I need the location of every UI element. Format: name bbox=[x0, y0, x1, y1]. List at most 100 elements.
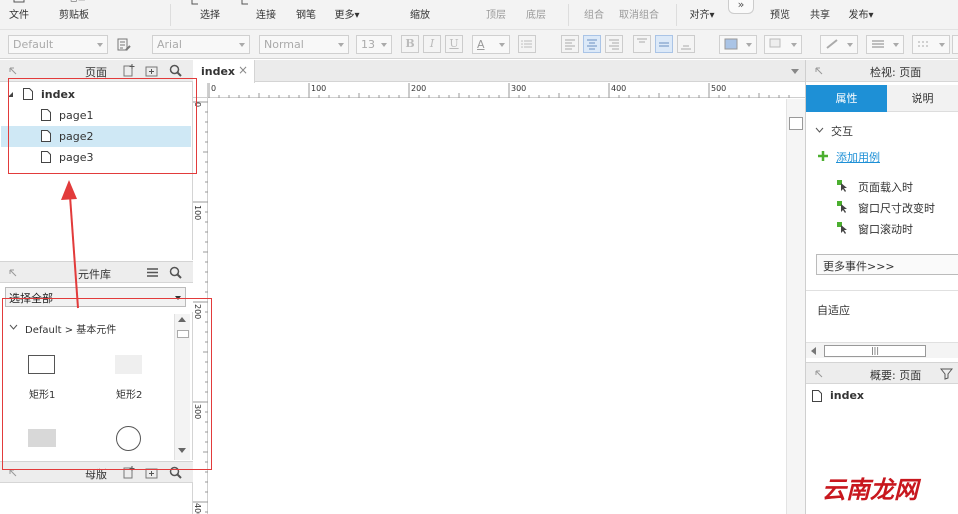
toolbar-overflow[interactable] bbox=[952, 35, 958, 54]
ruler-label: 100 bbox=[193, 205, 202, 221]
tab-notes[interactable]: 说明 bbox=[887, 85, 958, 112]
adaptive-section-label: 自适应 bbox=[817, 304, 850, 317]
align-left-button[interactable] bbox=[561, 35, 579, 53]
outline-item[interactable]: index bbox=[830, 389, 864, 402]
collapse-arrow-icon[interactable] bbox=[814, 369, 823, 378]
collapse-arrow-icon[interactable] bbox=[8, 66, 17, 75]
event-item[interactable]: 页面载入时 bbox=[858, 179, 913, 195]
font-size-dropdown[interactable]: 13 bbox=[356, 35, 392, 54]
canvas-vertical-scrollbar[interactable] bbox=[786, 99, 805, 514]
toolbar-divider bbox=[676, 4, 677, 26]
align-right-icon bbox=[609, 39, 619, 50]
preview-label: 预览 bbox=[770, 10, 790, 21]
inspector-horizontal-scrollbar[interactable]: ||| bbox=[806, 342, 958, 358]
zoom-label: 缩放 bbox=[410, 10, 430, 21]
bullet-list-button[interactable] bbox=[518, 35, 536, 53]
file-label: 文件 bbox=[9, 10, 29, 21]
ruler-label: 0 bbox=[211, 84, 217, 93]
collapse-arrow-icon[interactable] bbox=[814, 66, 823, 75]
chevron-down-icon bbox=[746, 43, 752, 47]
connect-button[interactable]: 连接 bbox=[252, 0, 280, 30]
send-to-back-button[interactable]: 底层 bbox=[522, 0, 550, 30]
add-page-icon[interactable] bbox=[122, 64, 135, 77]
select-mode-button[interactable]: 选择 bbox=[178, 0, 248, 30]
chevron-down-icon bbox=[893, 43, 899, 47]
shadow-dropdown[interactable] bbox=[764, 35, 802, 54]
font-weight-dropdown[interactable]: Normal bbox=[259, 35, 349, 54]
scroll-left-arrow-icon[interactable] bbox=[811, 347, 816, 355]
valign-bottom-button[interactable] bbox=[677, 35, 695, 53]
add-folder-icon[interactable] bbox=[145, 64, 158, 77]
valign-middle-button[interactable] bbox=[655, 35, 673, 53]
scroll-thumb[interactable] bbox=[789, 117, 803, 130]
line-weight-icon bbox=[872, 40, 884, 48]
chevron-down-icon[interactable] bbox=[815, 127, 824, 133]
publish-label: 发布▾ bbox=[848, 10, 874, 21]
bold-button[interactable]: B bbox=[401, 35, 419, 53]
bring-to-front-button[interactable]: 顶层 bbox=[482, 0, 510, 30]
chevron-down-icon bbox=[499, 43, 505, 47]
back-label: 底层 bbox=[526, 10, 546, 21]
scroll-thumb[interactable]: ||| bbox=[824, 345, 926, 357]
master-list bbox=[0, 483, 193, 514]
more-events-dropdown[interactable]: 更多事件>>> bbox=[816, 254, 958, 275]
bullet-list-icon bbox=[521, 40, 532, 48]
share-button[interactable]: 共享 bbox=[806, 0, 834, 30]
align-button[interactable]: 对齐▾ bbox=[686, 0, 718, 30]
font-color-dropdown[interactable]: A bbox=[472, 35, 510, 54]
event-item[interactable]: 窗口尺寸改变时 bbox=[858, 200, 935, 216]
underline-button[interactable]: U bbox=[445, 35, 463, 53]
add-icon[interactable] bbox=[817, 150, 829, 162]
fill-color-dropdown[interactable] bbox=[719, 35, 757, 54]
search-icon[interactable] bbox=[169, 64, 182, 77]
pen-button[interactable]: 钢笔 bbox=[292, 0, 320, 30]
event-trigger-icon bbox=[837, 222, 847, 234]
preview-button[interactable]: 预览 bbox=[766, 0, 794, 30]
group-button[interactable]: 组合 bbox=[580, 0, 608, 30]
chevron-down-icon bbox=[381, 43, 387, 47]
clipboard-button[interactable]: 剪贴板 bbox=[56, 0, 92, 30]
close-icon[interactable]: × bbox=[238, 63, 248, 77]
filter-icon[interactable] bbox=[940, 367, 953, 380]
valign-top-button[interactable] bbox=[633, 35, 651, 53]
design-canvas[interactable] bbox=[208, 99, 786, 514]
pen-label: 钢笔 bbox=[296, 10, 316, 21]
line-color-dropdown[interactable] bbox=[820, 35, 858, 54]
menu-icon[interactable] bbox=[146, 266, 159, 279]
line-weight-dropdown[interactable] bbox=[866, 35, 904, 54]
annotation-box-library bbox=[2, 298, 212, 470]
event-item[interactable]: 窗口滚动时 bbox=[858, 221, 913, 237]
ruler-label: 300 bbox=[511, 84, 527, 93]
clipboard-icon bbox=[70, 0, 85, 2]
format-toolbar: Default Arial Normal 13 B I U A bbox=[0, 30, 958, 59]
style-dropdown[interactable]: Default bbox=[8, 35, 108, 54]
line-style-dropdown[interactable] bbox=[912, 35, 950, 54]
align-label: 对齐▾ bbox=[689, 10, 715, 21]
search-icon[interactable] bbox=[169, 266, 182, 279]
toolbar-divider bbox=[170, 4, 171, 26]
zoom-control[interactable]: 缩放 bbox=[390, 0, 450, 30]
document-tab[interactable]: index × bbox=[193, 60, 255, 83]
font-family-value: Arial bbox=[157, 38, 182, 51]
collapse-arrow-icon[interactable] bbox=[8, 268, 17, 277]
file-icon bbox=[13, 0, 25, 3]
ruler-label: 400 bbox=[611, 84, 627, 93]
italic-button[interactable]: I bbox=[423, 35, 441, 53]
main-toolbar: 文件 剪贴板 选择 连接 钢笔 更多▾ 缩放 顶层 底层 组合 取消组合 对齐▾… bbox=[0, 0, 958, 30]
more-tools-button[interactable]: 更多▾ bbox=[330, 0, 364, 30]
file-menu-button[interactable]: 文件 bbox=[6, 0, 32, 30]
overflow-chevron-button[interactable]: » bbox=[728, 0, 754, 14]
align-center-button[interactable] bbox=[583, 35, 601, 53]
event-trigger-icon bbox=[837, 201, 847, 213]
add-case-link[interactable]: 添加用例 bbox=[836, 149, 880, 165]
zoom-input-box[interactable] bbox=[392, 0, 448, 5]
tab-properties[interactable]: 属性 bbox=[806, 85, 887, 112]
ungroup-button[interactable]: 取消组合 bbox=[616, 0, 662, 30]
align-right-button[interactable] bbox=[605, 35, 623, 53]
tab-list-chevron-icon[interactable] bbox=[791, 69, 799, 74]
style-manager-icon[interactable] bbox=[116, 37, 132, 53]
publish-button[interactable]: 发布▾ bbox=[844, 0, 878, 30]
ruler-label: 400 bbox=[193, 503, 202, 514]
valign-bottom-icon bbox=[681, 45, 691, 50]
font-family-dropdown[interactable]: Arial bbox=[152, 35, 250, 54]
